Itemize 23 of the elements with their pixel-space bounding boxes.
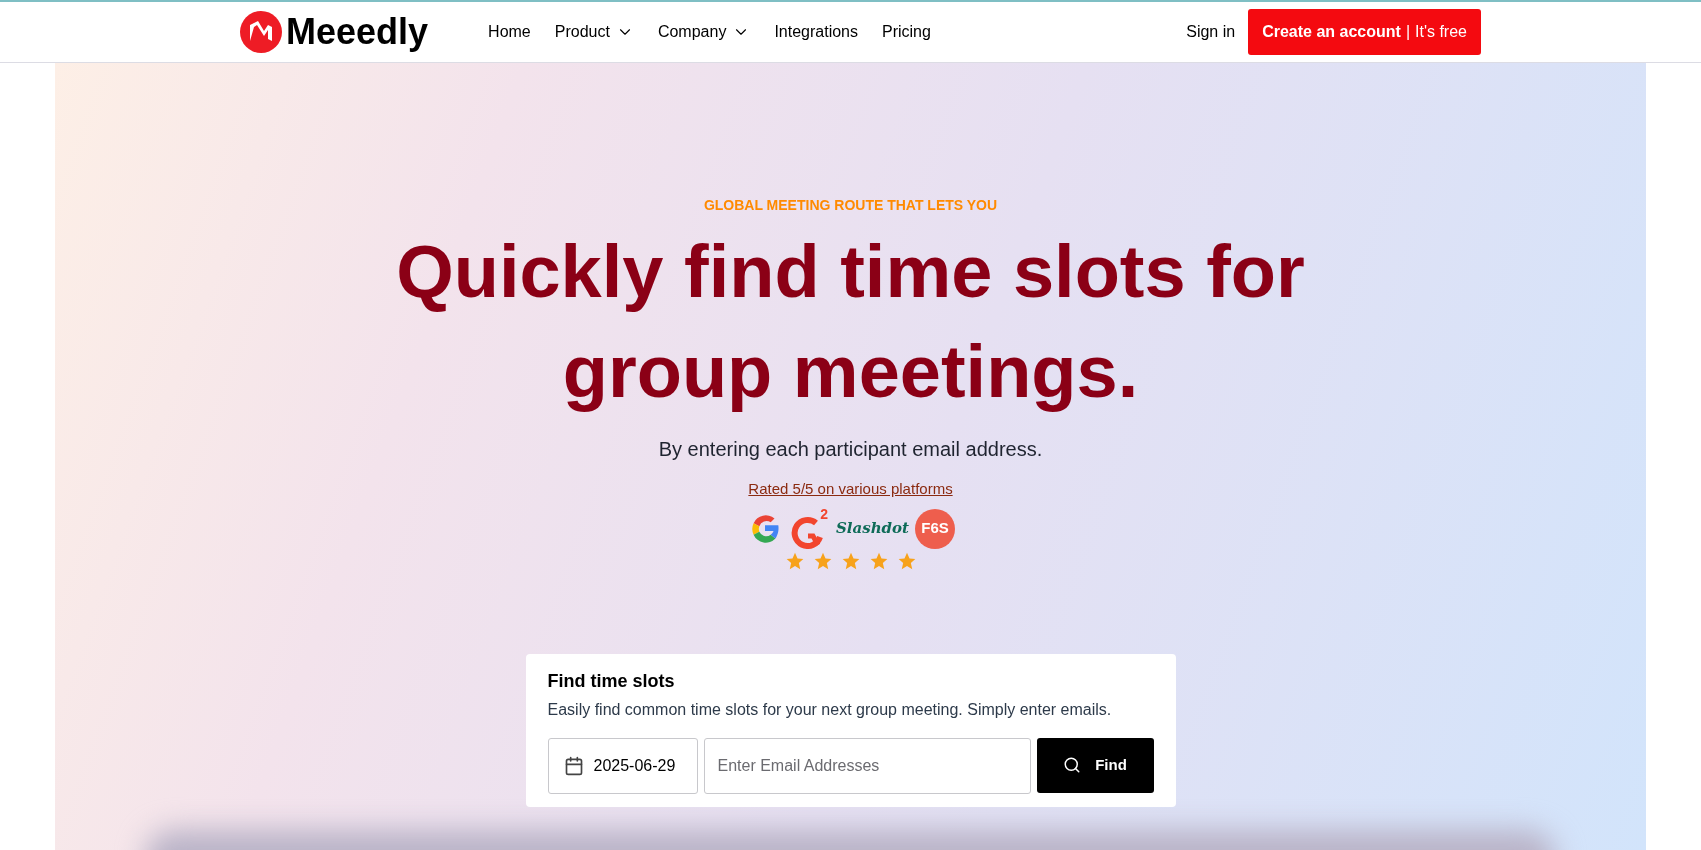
- date-field[interactable]: 2025-06-29: [547, 737, 698, 794]
- logo-icon: [240, 11, 282, 53]
- f6s-logo: F6S: [915, 508, 955, 549]
- search-icon: [1063, 756, 1082, 774]
- calendar-icon: [563, 755, 584, 776]
- hero-subtitle: By entering each participant email address.: [658, 437, 1043, 462]
- g2-logo: 2: [790, 508, 830, 549]
- nav-link[interactable]: Integrations: [774, 20, 858, 44]
- nav-link[interactable]: Pricing: [882, 20, 931, 44]
- create-account-button[interactable]: Create an account | It's free: [1248, 9, 1481, 55]
- nav-link[interactable]: Company: [657, 20, 751, 44]
- eyebrow-text: GLOBAL MEETING ROUTE THAT LETS YOU: [703, 196, 998, 215]
- rating-link[interactable]: Rated 5/5 on various platforms: [748, 478, 953, 501]
- sign-in-link[interactable]: Sign in: [1186, 20, 1236, 44]
- nav-link[interactable]: Home: [488, 20, 531, 44]
- email-field[interactable]: Enter Email Addresses: [703, 737, 1031, 794]
- finder-title: Find time slots: [547, 669, 676, 693]
- slashdot-logo: Slashdot: [836, 518, 909, 540]
- brand-name: Meeedly: [286, 10, 429, 54]
- hero-heading: Quickly find time slots for group meetings.: [395, 229, 1306, 415]
- finder-description: Easily find common time slots for your next group meeting. Simply enter emails.: [547, 699, 1113, 720]
- find-button[interactable]: Find: [1036, 737, 1154, 793]
- nav-link[interactable]: Product: [554, 20, 634, 44]
